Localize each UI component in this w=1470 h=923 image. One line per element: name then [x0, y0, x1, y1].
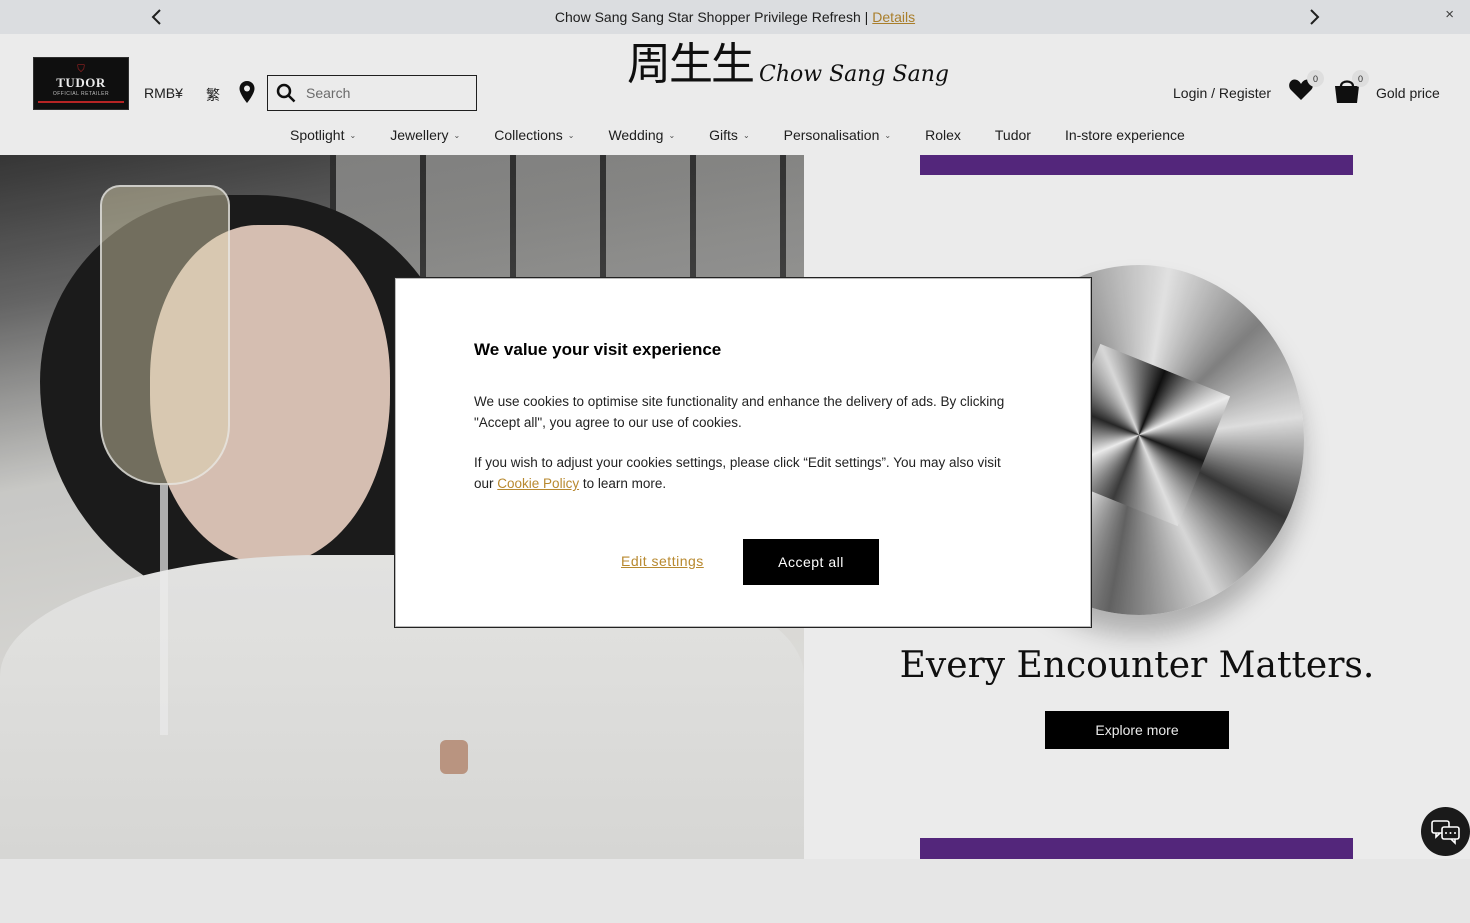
- cookie-paragraph-suffix: to learn more.: [582, 476, 667, 491]
- cookie-consent-modal: We value your visit experience We use co…: [394, 277, 1092, 628]
- cookie-modal-title: We value your visit experience: [474, 340, 722, 359]
- cookie-modal-paragraph-1: We use cookies to optimise site function…: [474, 394, 1005, 430]
- chat-bubble-icon: [1430, 819, 1460, 845]
- cookie-modal-paragraph-2: If you wish to adjust your cookies setti…: [474, 452, 1019, 494]
- accept-all-button[interactable]: Accept all: [743, 539, 879, 585]
- edit-settings-link[interactable]: Edit settings: [621, 553, 704, 569]
- chat-button[interactable]: [1421, 807, 1470, 856]
- cookie-policy-link[interactable]: Cookie Policy: [497, 476, 579, 491]
